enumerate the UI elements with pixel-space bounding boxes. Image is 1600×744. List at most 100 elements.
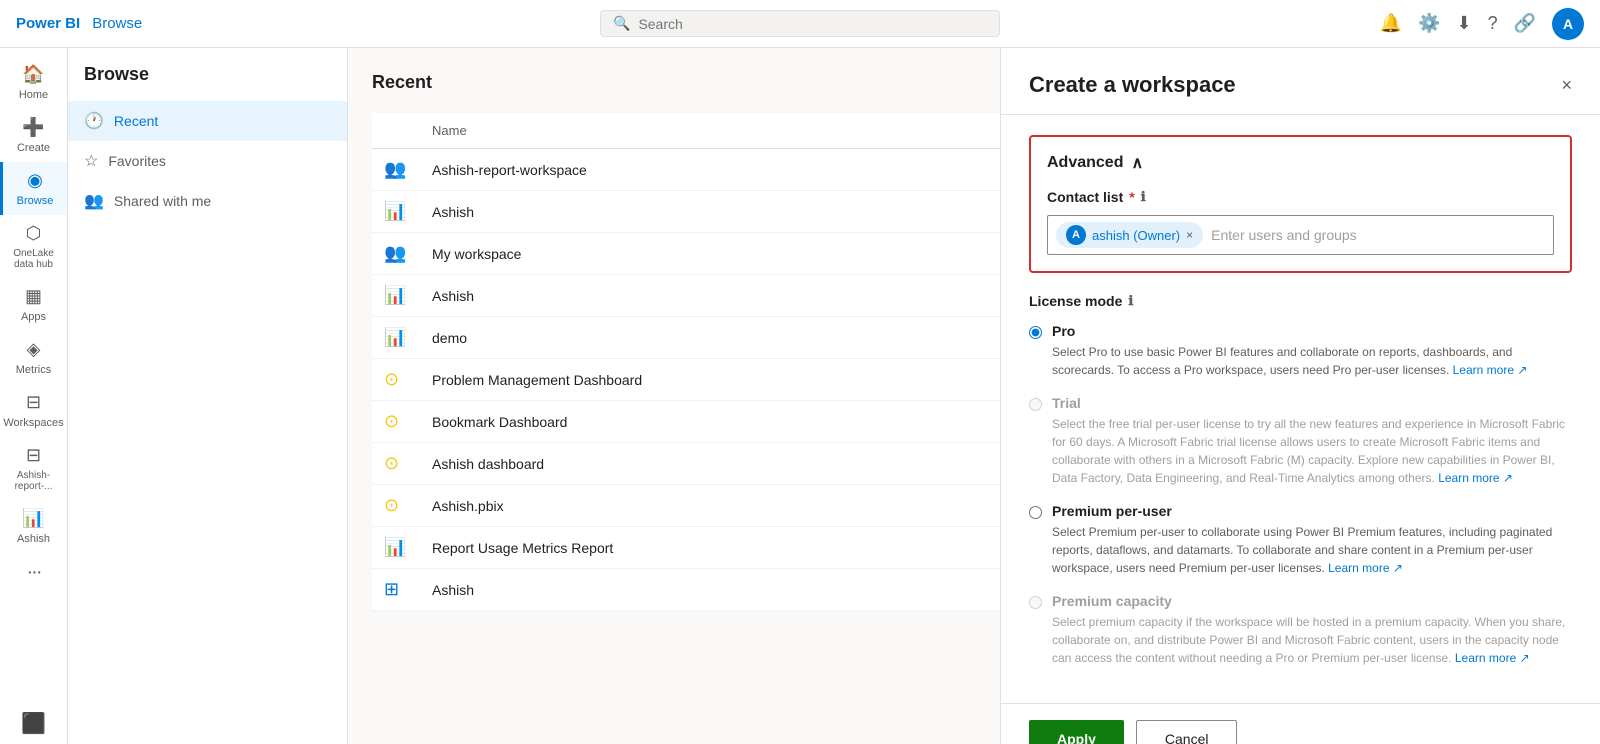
metrics-icon: ◈ xyxy=(27,339,41,360)
nav-item-more[interactable]: ··· xyxy=(0,553,67,592)
advanced-toggle[interactable]: Advanced ∧ xyxy=(1047,153,1554,173)
premium-user-learn-more[interactable]: Learn more ↗ xyxy=(1328,561,1403,575)
contact-list-label: Contact list * ℹ xyxy=(1047,189,1554,205)
close-button[interactable]: × xyxy=(1561,75,1572,96)
apps-icon: ▦ xyxy=(25,286,42,307)
advanced-section: Advanced ∧ Contact list * ℹ A ashish (Ow… xyxy=(1029,135,1572,273)
search-input[interactable] xyxy=(638,16,987,32)
nav-item-workspaces[interactable]: ⊟ Workspaces xyxy=(0,384,67,437)
app-browse: Browse xyxy=(92,15,142,32)
license-option-premium-user: Premium per-user Select Premium per-user… xyxy=(1029,503,1572,577)
favorites-icon: ☆ xyxy=(84,151,98,171)
download-icon[interactable]: ⬇ xyxy=(1456,13,1471,34)
nav-label-apps: Apps xyxy=(21,311,46,323)
contact-tag-label: ashish (Owner) xyxy=(1092,228,1180,243)
apply-button[interactable]: Apply xyxy=(1029,720,1124,744)
row-icon: ⊙ xyxy=(384,495,399,515)
ashish-report-icon: ⊟ xyxy=(26,445,41,466)
sidebar: Browse 🕐 Recent ☆ Favorites 👥 Shared wit… xyxy=(68,48,348,744)
row-icon: 📊 xyxy=(384,327,406,347)
workspaces-icon: ⊟ xyxy=(26,392,41,413)
row-name: Ashish-report-workspace xyxy=(420,149,1025,191)
cancel-button[interactable]: Cancel xyxy=(1136,720,1238,744)
row-name: Ashish xyxy=(420,275,1025,317)
nav-item-metrics[interactable]: ◈ Metrics xyxy=(0,331,67,384)
row-icon: 📊 xyxy=(384,537,406,557)
license-trial-desc: Select the free trial per-user license t… xyxy=(1052,415,1572,487)
nav-label-create: Create xyxy=(17,142,50,154)
nav-item-onelake[interactable]: ⬡ OneLake data hub xyxy=(0,215,67,278)
contact-tag-avatar: A xyxy=(1066,225,1086,245)
premium-capacity-learn-more[interactable]: Learn more ↗ xyxy=(1455,651,1530,665)
avatar[interactable]: A xyxy=(1552,8,1584,40)
license-label-text: License mode xyxy=(1029,293,1122,309)
help-icon[interactable]: ? xyxy=(1488,13,1498,34)
col-name xyxy=(372,113,420,149)
top-bar-icons: 🔔 ⚙️ ⬇ ? 🔗 A xyxy=(1380,8,1584,40)
row-name: Bookmark Dashboard xyxy=(420,401,1025,443)
nav-label-metrics: Metrics xyxy=(16,364,51,376)
row-icon: 👥 xyxy=(384,159,406,179)
license-premium-user-desc: Select Premium per-user to collaborate u… xyxy=(1052,523,1572,577)
row-name: Ashish dashboard xyxy=(420,443,1025,485)
share-icon[interactable]: 🔗 xyxy=(1514,13,1536,34)
license-option-pro: Pro Select Pro to use basic Power BI fea… xyxy=(1029,323,1572,379)
license-trial-label: Trial xyxy=(1052,395,1572,411)
contact-remove-button[interactable]: × xyxy=(1186,228,1193,242)
row-name: Ashish xyxy=(420,569,1025,611)
sidebar-item-favorites[interactable]: ☆ Favorites xyxy=(68,141,347,181)
sidebar-item-label-recent: Recent xyxy=(114,113,158,129)
contact-placeholder: Enter users and groups xyxy=(1211,227,1545,243)
row-icon: 👥 xyxy=(384,243,406,263)
license-premium-user-content: Premium per-user Select Premium per-user… xyxy=(1052,503,1572,577)
col-name-header[interactable]: Name xyxy=(420,113,1025,149)
row-name: Report Usage Metrics Report xyxy=(420,527,1025,569)
contact-input[interactable]: A ashish (Owner) × Enter users and group… xyxy=(1047,215,1554,255)
sidebar-title: Browse xyxy=(68,64,347,101)
license-radio-premium-capacity[interactable] xyxy=(1029,596,1042,609)
home-icon: 🏠 xyxy=(22,64,44,85)
license-option-trial: Trial Select the free trial per-user lic… xyxy=(1029,395,1572,487)
trial-learn-more[interactable]: Learn more ↗ xyxy=(1438,471,1513,485)
license-label: License mode ℹ xyxy=(1029,293,1572,309)
license-option-premium-capacity: Premium capacity Select premium capacity… xyxy=(1029,593,1572,667)
row-icon: ⊙ xyxy=(384,411,399,431)
license-radio-trial[interactable] xyxy=(1029,398,1042,411)
nav-label-ashish-report: Ashish-report-... xyxy=(4,470,63,492)
license-info-icon[interactable]: ℹ xyxy=(1128,293,1133,309)
notification-icon[interactable]: 🔔 xyxy=(1380,13,1402,34)
row-icon: ⊙ xyxy=(384,453,399,473)
sidebar-item-label-shared: Shared with me xyxy=(114,193,211,209)
main-container: 🏠 Home ➕ Create ◉ Browse ⬡ OneLake data … xyxy=(0,48,1600,744)
panel-footer: Apply Cancel xyxy=(1001,703,1600,744)
row-name: Ashish xyxy=(420,191,1025,233)
nav-item-ashish[interactable]: 📊 Ashish xyxy=(0,500,67,553)
nav-item-browse[interactable]: ◉ Browse xyxy=(0,162,67,215)
row-icon: ⊙ xyxy=(384,369,399,389)
nav-label-browse: Browse xyxy=(17,195,54,207)
powerbi-icon: ⬛ xyxy=(21,711,46,736)
advanced-label: Advanced xyxy=(1047,154,1123,172)
panel-header: Create a workspace × xyxy=(1001,48,1600,115)
sidebar-item-label-favorites: Favorites xyxy=(108,153,166,169)
sidebar-item-shared[interactable]: 👥 Shared with me xyxy=(68,181,347,221)
pro-learn-more[interactable]: Learn more ↗ xyxy=(1453,363,1528,377)
nav-label-ashish: Ashish xyxy=(17,533,50,545)
search-icon: 🔍 xyxy=(613,15,630,32)
more-icon: ··· xyxy=(27,561,41,584)
settings-icon[interactable]: ⚙️ xyxy=(1418,13,1440,34)
nav-item-home[interactable]: 🏠 Home xyxy=(0,56,67,109)
sidebar-item-recent[interactable]: 🕐 Recent xyxy=(68,101,347,141)
contact-info-icon[interactable]: ℹ xyxy=(1141,189,1146,205)
license-premium-user-label: Premium per-user xyxy=(1052,503,1572,519)
license-radio-pro[interactable] xyxy=(1029,326,1042,339)
nav-label-home: Home xyxy=(19,89,48,101)
browse-icon: ◉ xyxy=(27,170,43,191)
app-logo: Power BI xyxy=(16,15,80,32)
search-box[interactable]: 🔍 xyxy=(600,10,1000,37)
license-radio-premium-user[interactable] xyxy=(1029,506,1042,519)
nav-item-ashish-report[interactable]: ⊟ Ashish-report-... xyxy=(0,437,67,500)
nav-item-apps[interactable]: ▦ Apps xyxy=(0,278,67,331)
nav-item-create[interactable]: ➕ Create xyxy=(0,109,67,162)
contact-list-title: Contact list xyxy=(1047,189,1123,205)
